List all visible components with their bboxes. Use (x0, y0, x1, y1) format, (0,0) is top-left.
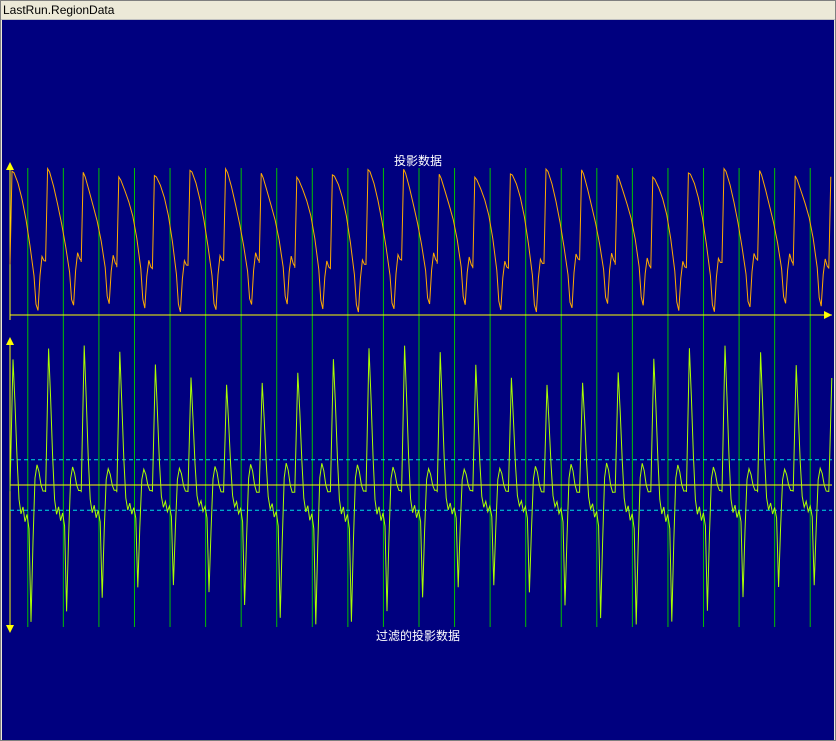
chart2-y-arrow-up (6, 337, 14, 345)
chart1-title: 投影数据 (394, 153, 442, 168)
window-frame: LastRun.RegionData 投影数据过滤的投影数据 (0, 0, 836, 741)
chart2-y-arrow-down (6, 625, 14, 633)
window-titlebar[interactable]: LastRun.RegionData (1, 1, 835, 20)
chart1-x-arrow (824, 311, 832, 319)
plot-area: 投影数据过滤的投影数据 (2, 20, 834, 740)
window-title: LastRun.RegionData (3, 3, 114, 17)
chart-svg: 投影数据过滤的投影数据 (2, 20, 834, 740)
chart1-y-arrow (6, 162, 14, 170)
chart2-title: 过滤的投影数据 (376, 628, 460, 643)
chart1-series-projection (10, 169, 831, 313)
